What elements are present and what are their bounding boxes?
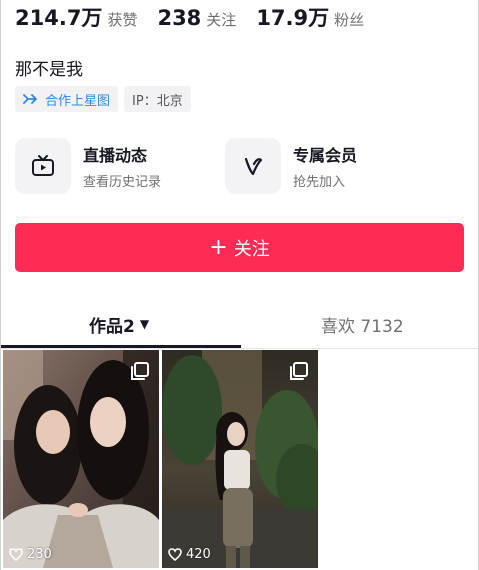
post-likes: 420: [168, 547, 211, 562]
post-likes-count: 230: [27, 547, 52, 562]
tab-likes-label: 喜欢 7132: [321, 316, 404, 337]
post-thumbnail[interactable]: 420: [162, 350, 318, 568]
plus-icon: +: [209, 234, 228, 260]
post-grid: 230 420: [3, 350, 318, 568]
ip-location-tag: IP：北京: [124, 86, 191, 112]
feature-cards: 直播动态 查看历史记录 专属会员 抢先加入: [15, 138, 435, 194]
post-image: [162, 350, 318, 568]
multi-image-icon: [131, 362, 149, 380]
following-label[interactable]: 关注: [206, 9, 236, 30]
likes-label[interactable]: 获赞: [107, 9, 137, 30]
star-map-label: 合作上星图: [45, 93, 111, 109]
multi-image-icon: [290, 362, 308, 380]
heart-icon: [168, 548, 182, 561]
likes-count[interactable]: 214.7万: [15, 2, 102, 32]
followers-label[interactable]: 粉丝: [334, 9, 364, 30]
ip-location-label: IP：北京: [132, 93, 183, 109]
member-card-subtitle: 抢先加入: [293, 175, 346, 190]
tab-works-label: 作品2: [89, 316, 135, 337]
content-tabs: 作品2 ▼ 喜欢 7132: [1, 300, 478, 348]
live-card-subtitle: 查看历史记录: [83, 175, 162, 190]
heart-icon: [9, 548, 23, 561]
profile-bio: 那不是我: [15, 60, 83, 80]
live-history-card[interactable]: 直播动态 查看历史记录: [15, 138, 225, 194]
post-thumbnail[interactable]: 230: [3, 350, 159, 568]
post-likes-count: 420: [186, 547, 211, 562]
tab-divider: [1, 348, 478, 349]
following-count[interactable]: 238: [157, 6, 201, 30]
member-card-title: 专属会员: [293, 146, 358, 165]
star-map-icon: [23, 94, 37, 104]
member-card[interactable]: 专属会员 抢先加入: [225, 138, 435, 194]
post-image: [3, 350, 159, 568]
followers-count[interactable]: 17.9万: [256, 2, 329, 32]
follow-button-label: 关注: [233, 238, 270, 260]
tab-likes[interactable]: 喜欢 7132: [321, 300, 404, 348]
profile-tags: 合作上星图 IP：北京: [15, 86, 191, 112]
v-badge-icon: [225, 138, 281, 194]
post-likes: 230: [9, 547, 52, 562]
tab-works[interactable]: 作品2 ▼: [89, 300, 149, 348]
caret-down-icon: ▼: [139, 317, 150, 331]
stats-row: 214.7万 获赞 238 关注 17.9万 粉丝: [15, 2, 384, 32]
live-card-title: 直播动态: [83, 146, 148, 165]
profile-screen: 214.7万 获赞 238 关注 17.9万 粉丝 那不是我 合作上星图 IP：…: [0, 0, 479, 570]
star-map-tag[interactable]: 合作上星图: [15, 86, 119, 112]
tv-icon: [15, 138, 71, 194]
follow-button[interactable]: + 关注: [15, 223, 464, 272]
